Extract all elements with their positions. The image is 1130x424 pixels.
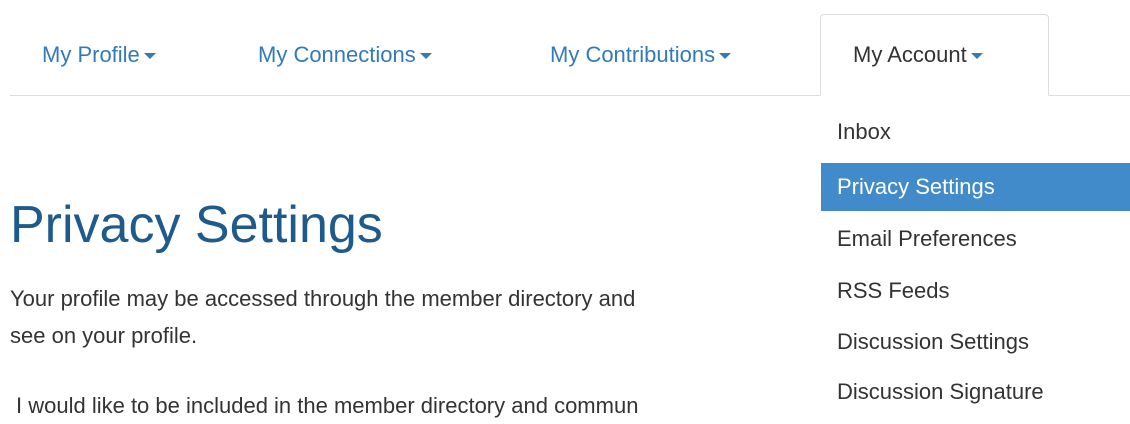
menu-item-inbox-label: Inbox <box>837 119 891 144</box>
tab-my-connections[interactable]: My Connections <box>258 14 432 96</box>
menu-item-email-preferences[interactable]: Email Preferences <box>821 215 1130 263</box>
chevron-down-icon <box>970 53 983 59</box>
tab-my-contributions-label: My Contributions <box>550 42 716 67</box>
tab-my-contributions[interactable]: My Contributions <box>550 14 732 96</box>
menu-item-discussion-settings-label: Discussion Settings <box>837 329 1029 354</box>
page-title: Privacy Settings <box>10 196 383 254</box>
privacy-intro-line-2: see on your profile. <box>10 323 198 348</box>
chevron-down-icon <box>719 53 732 59</box>
tab-my-profile[interactable]: My Profile <box>42 14 156 96</box>
menu-item-privacy-settings[interactable]: Privacy Settings <box>821 163 1130 211</box>
privacy-intro-line-1: Your profile may be accessed through the… <box>10 286 636 311</box>
menu-item-inbox[interactable]: Inbox <box>821 108 1130 156</box>
account-nav-tabs: My Profile My Connections My Contributio… <box>0 0 1130 96</box>
my-account-dropdown-menu: Inbox Privacy Settings Email Preferences… <box>821 108 1130 416</box>
member-directory-option-label: I would like to be included in the membe… <box>16 393 639 418</box>
menu-item-email-preferences-label: Email Preferences <box>837 226 1017 251</box>
menu-item-discussion-signature-label: Discussion Signature <box>837 379 1044 404</box>
tab-my-connections-label: My Connections <box>258 42 416 67</box>
menu-item-rss-feeds-label: RSS Feeds <box>837 278 950 303</box>
menu-item-privacy-settings-label: Privacy Settings <box>837 174 995 199</box>
chevron-down-icon <box>419 53 432 59</box>
tab-my-account-label: My Account <box>853 42 967 67</box>
tab-my-profile-label: My Profile <box>42 42 140 67</box>
tab-my-account[interactable]: My Account <box>820 14 1049 96</box>
menu-item-rss-feeds[interactable]: RSS Feeds <box>821 267 1130 315</box>
chevron-down-icon <box>143 53 156 59</box>
menu-item-discussion-signature[interactable]: Discussion Signature <box>821 368 1130 416</box>
privacy-intro-text: Your profile may be accessed through the… <box>10 280 810 354</box>
menu-item-discussion-settings[interactable]: Discussion Settings <box>821 318 1130 366</box>
